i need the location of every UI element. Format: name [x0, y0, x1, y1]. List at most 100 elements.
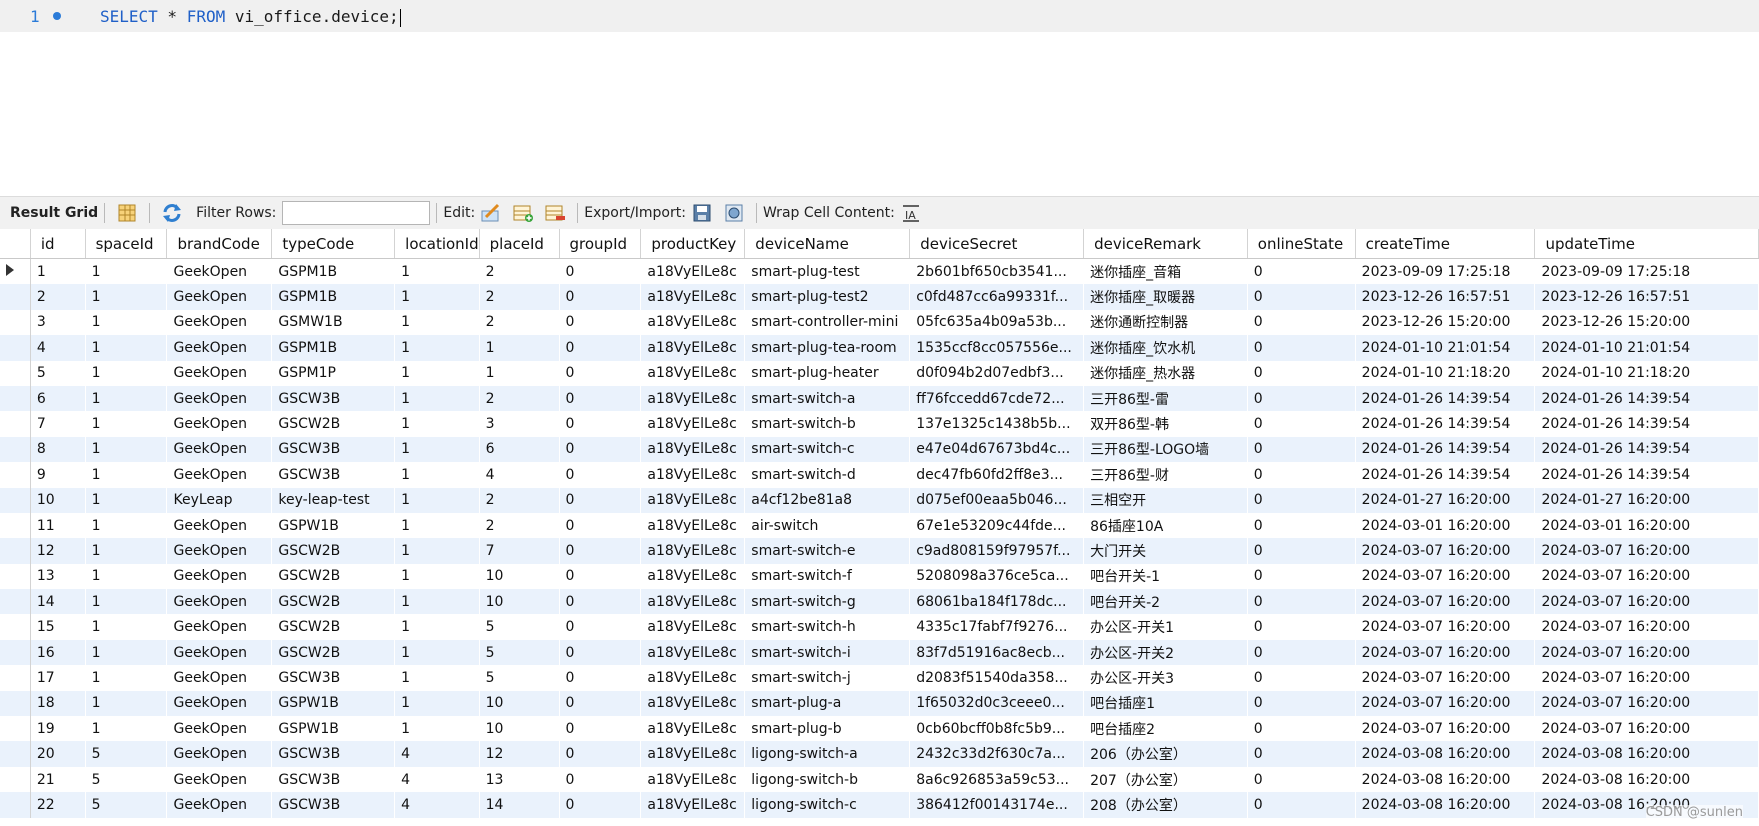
cell-onlineState[interactable]: 0	[1247, 360, 1356, 386]
cell-productKey[interactable]: a18VyElLe8c	[640, 462, 746, 488]
table-row[interactable]: 5 1 GeekOpen GSPM1P 1 1 0 a18VyElLe8c smart-plug…	[0, 360, 1759, 386]
cell-spaceId[interactable]: 1	[85, 284, 168, 310]
cell-productKey[interactable]: a18VyElLe8c	[640, 284, 746, 310]
cell-id[interactable]: 10	[30, 487, 86, 513]
cell-deviceRemark[interactable]: 办公区-开关1	[1083, 614, 1248, 640]
cell-brandCode[interactable]: GeekOpen	[166, 284, 273, 310]
table-row[interactable]: 13 1 GeekOpen GSCW2B 1 10 0 a18VyElLe8c smart-sw…	[0, 563, 1759, 590]
cell-id[interactable]: 6	[30, 385, 86, 412]
row-selector[interactable]	[0, 690, 31, 717]
cell-typeCode[interactable]: GSCW2B	[271, 589, 396, 615]
cell-productKey[interactable]: a18VyElLe8c	[640, 639, 746, 666]
cell-deviceSecret[interactable]: d0f094b2d07edbf3...	[909, 360, 1085, 386]
cell-createTime[interactable]: 2024-03-08 16:20:00	[1355, 741, 1536, 767]
cell-brandCode[interactable]: GeekOpen	[166, 462, 273, 488]
cell-createTime[interactable]: 2024-03-07 16:20:00	[1355, 716, 1536, 742]
cell-deviceName[interactable]: smart-plug-a	[744, 690, 911, 717]
cell-deviceRemark[interactable]: 迷你插座_音箱	[1083, 258, 1248, 285]
cell-typeCode[interactable]: GSPM1P	[271, 360, 396, 386]
cell-onlineState[interactable]: 0	[1247, 411, 1356, 437]
cell-brandCode[interactable]: GeekOpen	[166, 741, 273, 767]
result-grid[interactable]: id spaceId brandCode typeCode locationId plac…	[0, 229, 1759, 826]
cell-updateTime[interactable]: 2024-03-07 16:20:00	[1534, 614, 1759, 640]
cell-deviceName[interactable]: smart-plug-b	[744, 716, 911, 742]
cell-updateTime[interactable]: 2024-01-27 16:20:00	[1534, 487, 1759, 513]
cell-spaceId[interactable]: 5	[85, 766, 168, 793]
cell-typeCode[interactable]: GSCW2B	[271, 639, 396, 666]
cell-brandCode[interactable]: GeekOpen	[166, 436, 273, 463]
table-row[interactable]: 14 1 GeekOpen GSCW2B 1 10 0 a18VyElLe8c smart-sw…	[0, 589, 1759, 615]
cell-locationId[interactable]: 1	[394, 436, 480, 463]
cell-id[interactable]: 21	[30, 766, 86, 793]
cell-typeCode[interactable]: GSPW1B	[271, 512, 396, 539]
cell-locationId[interactable]: 1	[394, 716, 480, 742]
cell-spaceId[interactable]: 1	[85, 462, 168, 488]
cell-placeId[interactable]: 2	[479, 487, 560, 513]
cell-deviceName[interactable]: smart-switch-d	[744, 462, 911, 488]
row-selector[interactable]	[0, 614, 31, 640]
cell-groupId[interactable]: 0	[559, 284, 642, 310]
cell-deviceName[interactable]: smart-plug-test2	[744, 284, 911, 310]
row-selector[interactable]	[0, 487, 31, 513]
cell-deviceRemark[interactable]: 三开86型-LOGO墙	[1083, 436, 1248, 463]
cell-productKey[interactable]: a18VyElLe8c	[640, 614, 746, 640]
cell-deviceRemark[interactable]: 办公区-开关2	[1083, 639, 1248, 666]
cell-productKey[interactable]: a18VyElLe8c	[640, 665, 746, 691]
wrap-cell-icon[interactable]: IA	[900, 203, 922, 223]
cell-updateTime[interactable]: 2023-12-26 15:20:00	[1534, 309, 1759, 336]
cell-brandCode[interactable]: GeekOpen	[166, 589, 273, 615]
cell-typeCode[interactable]: GSCW3B	[271, 462, 396, 488]
cell-createTime[interactable]: 2024-01-10 21:18:20	[1355, 360, 1536, 386]
cell-spaceId[interactable]: 1	[85, 360, 168, 386]
cell-deviceSecret[interactable]: 68061ba184f178dc...	[909, 589, 1085, 615]
cell-locationId[interactable]: 1	[394, 487, 480, 513]
delete-row-icon[interactable]	[544, 203, 566, 223]
cell-deviceSecret[interactable]: 1f65032d0c3ceee0...	[909, 690, 1085, 717]
cell-productKey[interactable]: a18VyElLe8c	[640, 360, 746, 386]
row-selector-header[interactable]	[0, 229, 31, 259]
cell-onlineState[interactable]: 0	[1247, 538, 1356, 564]
cell-locationId[interactable]: 1	[394, 690, 480, 717]
row-selector[interactable]	[0, 741, 31, 767]
cell-locationId[interactable]: 4	[394, 741, 480, 767]
cell-deviceRemark[interactable]: 迷你通断控制器	[1083, 309, 1248, 336]
cell-id[interactable]: 1	[30, 258, 86, 285]
cell-spaceId[interactable]: 1	[85, 665, 168, 691]
cell-deviceRemark[interactable]: 吧台插座1	[1083, 690, 1248, 717]
cell-placeId[interactable]: 5	[479, 665, 560, 691]
row-selector[interactable]	[0, 589, 31, 615]
cell-deviceName[interactable]: smart-switch-a	[744, 385, 911, 412]
cell-placeId[interactable]: 3	[479, 411, 560, 437]
cell-locationId[interactable]: 1	[394, 614, 480, 640]
cell-groupId[interactable]: 0	[559, 309, 642, 336]
cell-createTime[interactable]: 2024-03-08 16:20:00	[1355, 792, 1536, 818]
cell-locationId[interactable]: 4	[394, 766, 480, 793]
cell-brandCode[interactable]: GeekOpen	[166, 538, 273, 564]
cell-locationId[interactable]: 1	[394, 335, 480, 361]
table-row[interactable]: 7 1 GeekOpen GSCW2B 1 3 0 a18VyElLe8c smart-swit…	[0, 411, 1759, 437]
column-header-spaceId[interactable]: spaceId	[85, 229, 168, 259]
cell-onlineState[interactable]: 0	[1247, 639, 1356, 666]
cell-productKey[interactable]: a18VyElLe8c	[640, 563, 746, 590]
cell-updateTime[interactable]: 2023-09-09 17:25:18	[1534, 258, 1759, 285]
cell-typeCode[interactable]: GSCW3B	[271, 766, 396, 793]
cell-groupId[interactable]: 0	[559, 766, 642, 793]
cell-deviceRemark[interactable]: 86插座10A	[1083, 512, 1248, 539]
cell-deviceSecret[interactable]: c9ad808159f97957f...	[909, 538, 1085, 564]
row-selector[interactable]	[0, 335, 31, 361]
result-grid-label[interactable]: Result Grid	[10, 205, 98, 221]
cell-locationId[interactable]: 1	[394, 385, 480, 412]
cell-spaceId[interactable]: 1	[85, 563, 168, 590]
cell-typeCode[interactable]: GSPW1B	[271, 690, 396, 717]
cell-placeId[interactable]: 2	[479, 512, 560, 539]
cell-deviceRemark[interactable]: 吧台开关-1	[1083, 563, 1248, 590]
cell-onlineState[interactable]: 0	[1247, 335, 1356, 361]
column-header-deviceName[interactable]: deviceName	[744, 229, 911, 259]
cell-onlineState[interactable]: 0	[1247, 665, 1356, 691]
cell-productKey[interactable]: a18VyElLe8c	[640, 690, 746, 717]
cell-productKey[interactable]: a18VyElLe8c	[640, 589, 746, 615]
row-selector[interactable]	[0, 512, 31, 539]
cell-placeId[interactable]: 1	[479, 360, 560, 386]
cell-productKey[interactable]: a18VyElLe8c	[640, 792, 746, 818]
table-row[interactable]: 22 5 GeekOpen GSCW3B 4 14 0 a18VyElLe8c ligong-s…	[0, 792, 1759, 818]
